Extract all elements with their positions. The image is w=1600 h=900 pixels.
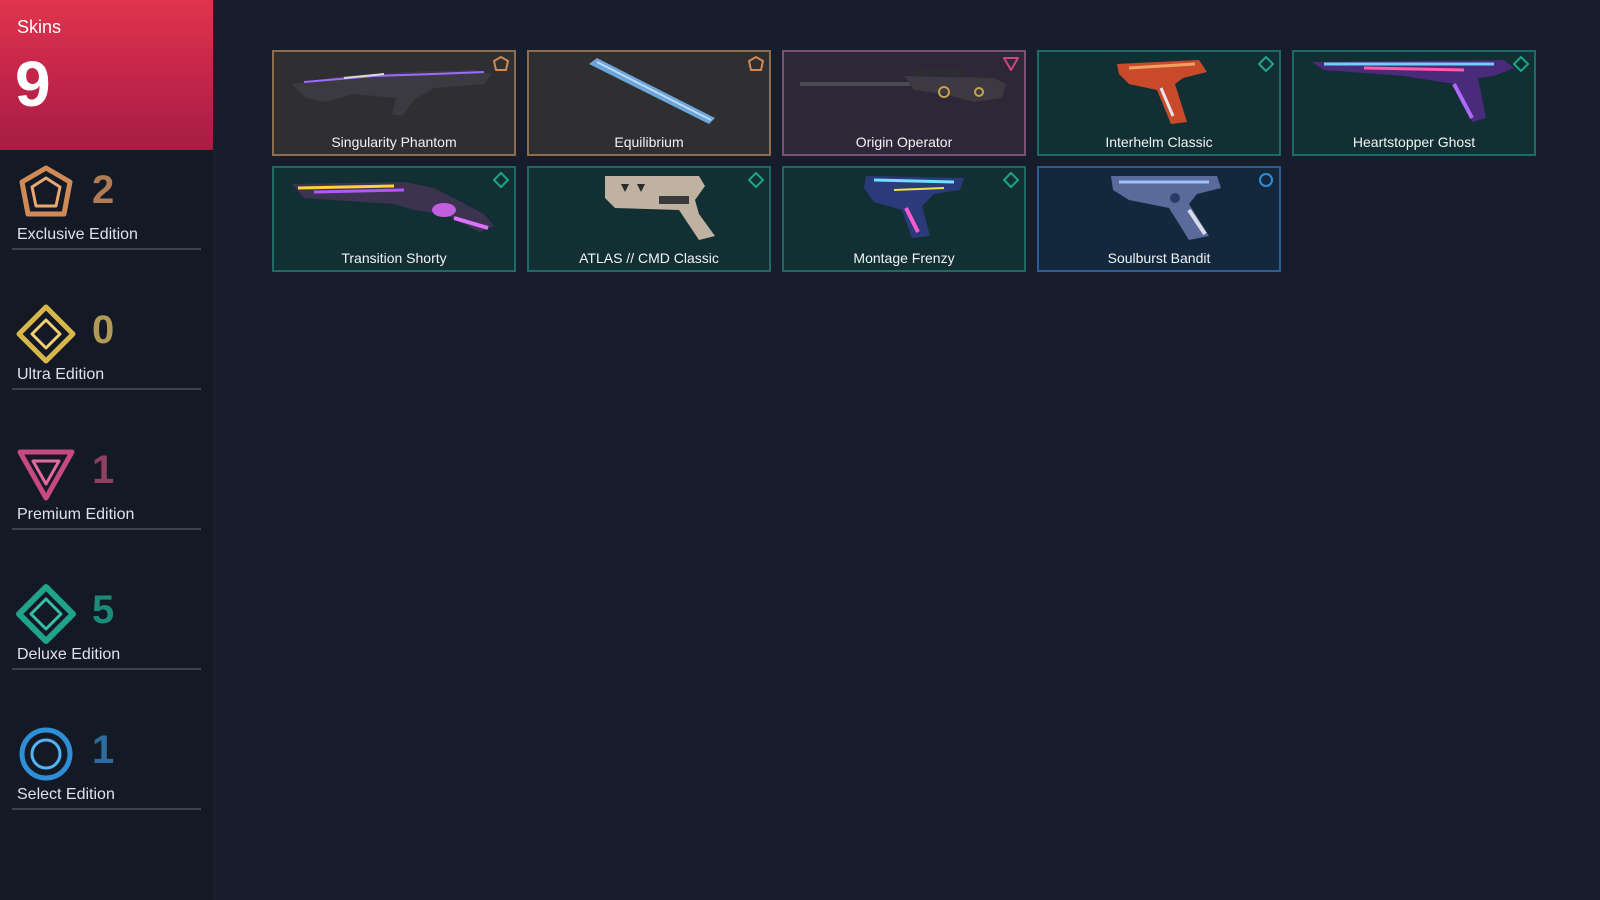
divider xyxy=(12,528,201,530)
skin-name: Equilibrium xyxy=(614,134,684,150)
soulburst-bandit-image xyxy=(1049,170,1269,244)
skin-tile-montage-frenzy[interactable]: Montage Frenzy xyxy=(782,166,1026,272)
exclusive-tier-icon xyxy=(493,56,509,72)
skin-tile-heartstopper-ghost[interactable]: Heartstopper Ghost xyxy=(1292,50,1536,156)
divider xyxy=(12,808,201,810)
divider xyxy=(12,388,201,390)
skin-name: Montage Frenzy xyxy=(853,250,955,266)
select-edition-icon xyxy=(16,724,76,784)
skin-tile-transition-shorty[interactable]: Transition Shorty xyxy=(272,166,516,272)
ultra-edition-icon xyxy=(16,304,76,364)
deluxe-tier-icon xyxy=(1003,172,1019,188)
skin-name: Interhelm Classic xyxy=(1105,134,1213,150)
premium-edition-count: 1 xyxy=(92,448,115,492)
deluxe-tier-icon xyxy=(748,172,764,188)
skin-name: Heartstopper Ghost xyxy=(1352,134,1476,150)
heartstopper-ghost-image xyxy=(1304,54,1524,128)
skins-grid: Singularity Phantom Equilibrium Origin O… xyxy=(272,50,1552,280)
deluxe-edition-count: 5 xyxy=(92,588,115,632)
deluxe-tier-icon xyxy=(1513,56,1529,72)
edition-exclusive[interactable]: 2 Exclusive Edition xyxy=(12,164,201,254)
deluxe-edition-label: Deluxe Edition xyxy=(17,646,121,663)
skins-total-count: 9 xyxy=(15,48,51,120)
edition-premium[interactable]: 1 Premium Edition xyxy=(12,444,201,534)
skins-label: Skins xyxy=(17,17,62,37)
skin-name: Singularity Phantom xyxy=(331,134,457,150)
origin-operator-image xyxy=(794,54,1014,128)
sidebar: Skins 9 2 Exclusive Edition 0 Ultra Edit… xyxy=(0,0,213,900)
select-edition-count: 1 xyxy=(92,728,115,772)
interhelm-classic-image xyxy=(1049,54,1269,128)
transition-shorty-image xyxy=(284,170,504,244)
premium-edition-icon xyxy=(16,444,76,504)
exclusive-tier-icon xyxy=(748,56,764,72)
deluxe-tier-icon xyxy=(1258,56,1274,72)
edition-deluxe[interactable]: 5 Deluxe Edition xyxy=(12,584,201,674)
edition-select[interactable]: 1 Select Edition xyxy=(12,724,201,814)
exclusive-edition-count: 2 xyxy=(92,168,115,212)
skins-summary-card: Skins 9 xyxy=(0,0,213,150)
skin-tile-origin-operator[interactable]: Origin Operator xyxy=(782,50,1026,156)
equilibrium-image xyxy=(539,54,759,128)
deluxe-tier-icon xyxy=(493,172,509,188)
select-edition-label: Select Edition xyxy=(17,786,115,803)
skin-tile-soulburst-bandit[interactable]: Soulburst Bandit xyxy=(1037,166,1281,272)
skin-tile-equilibrium[interactable]: Equilibrium xyxy=(527,50,771,156)
divider xyxy=(12,248,201,250)
skin-name: ATLAS // CMD Classic xyxy=(579,250,719,266)
select-tier-icon xyxy=(1258,172,1274,188)
ultra-edition-label: Ultra Edition xyxy=(17,366,105,383)
ultra-edition-count: 0 xyxy=(92,308,115,352)
premium-edition-label: Premium Edition xyxy=(17,506,135,523)
singularity-phantom-image xyxy=(284,54,504,128)
edition-ultra[interactable]: 0 Ultra Edition xyxy=(12,304,201,394)
exclusive-edition-icon xyxy=(16,164,76,224)
skin-tile-singularity-phantom[interactable]: Singularity Phantom xyxy=(272,50,516,156)
skin-name: Transition Shorty xyxy=(341,250,447,266)
atlas-cmd-classic-image xyxy=(539,170,759,244)
exclusive-edition-label: Exclusive Edition xyxy=(17,226,138,243)
skin-tile-atlas-cmd-classic[interactable]: ATLAS // CMD Classic xyxy=(527,166,771,272)
skin-name: Soulburst Bandit xyxy=(1107,250,1211,266)
skin-tile-interhelm-classic[interactable]: Interhelm Classic xyxy=(1037,50,1281,156)
deluxe-edition-icon xyxy=(16,584,76,644)
divider xyxy=(12,668,201,670)
premium-tier-icon xyxy=(1003,56,1019,72)
skin-name: Origin Operator xyxy=(855,134,953,150)
montage-frenzy-image xyxy=(794,170,1014,244)
